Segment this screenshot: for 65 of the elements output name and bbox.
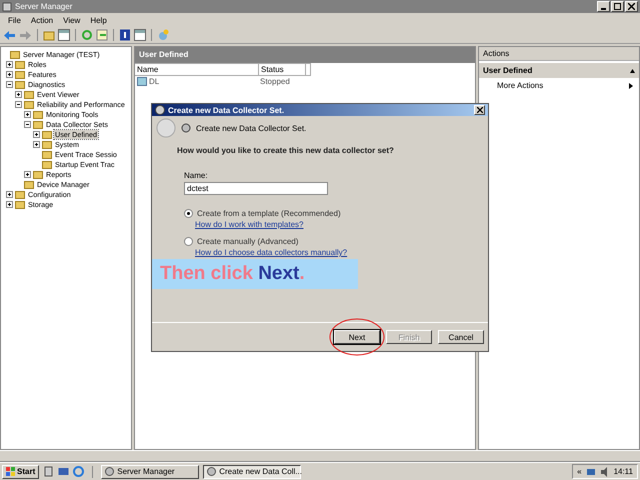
actions-header: Actions — [479, 47, 639, 61]
pane-header: User Defined — [135, 47, 475, 63]
taskbar-button[interactable]: Server Manager — [101, 464, 200, 478]
maximize-icon — [614, 3, 621, 10]
browser-icon[interactable] — [73, 466, 84, 477]
close-icon — [628, 3, 635, 10]
windows-logo — [6, 467, 15, 476]
expander-icon[interactable] — [33, 140, 40, 148]
question-text: How would you like to create this new data collector set? — [177, 146, 395, 155]
window-title: Server Manager — [15, 2, 72, 11]
dialog-title: Create new Data Collector Set. — [168, 106, 284, 114]
actions-section-header[interactable]: User Defined — [479, 63, 639, 78]
menu-item[interactable]: File — [8, 16, 21, 24]
help-icon[interactable] — [119, 29, 131, 41]
expander-icon[interactable] — [6, 200, 13, 208]
column-header[interactable]: Name — [135, 63, 259, 76]
expander-icon[interactable] — [6, 70, 13, 78]
collapse-icon[interactable] — [630, 68, 635, 72]
expander-icon[interactable] — [24, 110, 31, 118]
maximize-button[interactable] — [611, 1, 624, 12]
option-label[interactable]: Create from a template (Recommended) — [197, 209, 341, 218]
menu-item[interactable]: View — [63, 16, 80, 24]
help-link[interactable]: How do I choose data collectors manually? — [195, 248, 348, 257]
network-icon[interactable] — [586, 466, 596, 476]
menu-item[interactable]: Action — [30, 16, 54, 24]
window-icon[interactable] — [134, 29, 146, 41]
expander-icon[interactable] — [6, 80, 13, 88]
close-icon — [476, 107, 482, 113]
clock: 14:11 — [614, 467, 633, 476]
start-button[interactable]: Start — [2, 464, 40, 478]
expander-icon[interactable] — [24, 120, 31, 128]
app-icon — [105, 467, 114, 476]
instruction-callout: Then click Next. — [152, 259, 358, 289]
expander-icon[interactable] — [15, 90, 22, 98]
taskbar-button[interactable]: Create new Data Coll... — [203, 464, 302, 478]
close-button[interactable] — [625, 1, 638, 12]
radio-button[interactable] — [184, 209, 193, 218]
speaker-icon[interactable] — [600, 466, 610, 476]
name-label: Name: — [184, 171, 209, 180]
collector-set-icon — [137, 77, 147, 86]
expander-icon[interactable] — [33, 130, 40, 138]
expander-icon[interactable] — [6, 190, 13, 198]
expander-icon[interactable] — [24, 170, 31, 178]
expander-icon[interactable] — [15, 100, 22, 108]
tray-chevron[interactable]: « — [577, 467, 582, 476]
menu-item[interactable]: Help — [90, 16, 107, 24]
export-icon[interactable] — [96, 29, 108, 41]
submenu-arrow-icon — [629, 82, 633, 88]
name-field[interactable]: dctest — [184, 182, 328, 195]
action-link[interactable]: More Actions — [479, 78, 639, 93]
dialog-button[interactable]: Cancel — [438, 330, 484, 344]
table-cell: DL — [149, 77, 160, 86]
tree-pane-icon[interactable] — [58, 29, 70, 41]
expander-icon[interactable] — [6, 60, 13, 68]
table-cell-text: Stopped — [259, 76, 291, 87]
column-header[interactable]: Status — [259, 63, 306, 76]
app-icon — [207, 467, 216, 476]
dialog-button[interactable]: Next — [334, 330, 380, 344]
help-link[interactable]: How do I work with templates? — [195, 220, 304, 229]
dialog-heading: Create new Data Collector Set. — [196, 124, 306, 132]
minimize-button[interactable] — [597, 1, 610, 12]
radio-button[interactable] — [184, 237, 193, 246]
close-button[interactable] — [474, 105, 485, 115]
desktop-icon[interactable] — [58, 466, 70, 477]
option-label[interactable]: Create manually (Advanced) — [197, 237, 298, 246]
